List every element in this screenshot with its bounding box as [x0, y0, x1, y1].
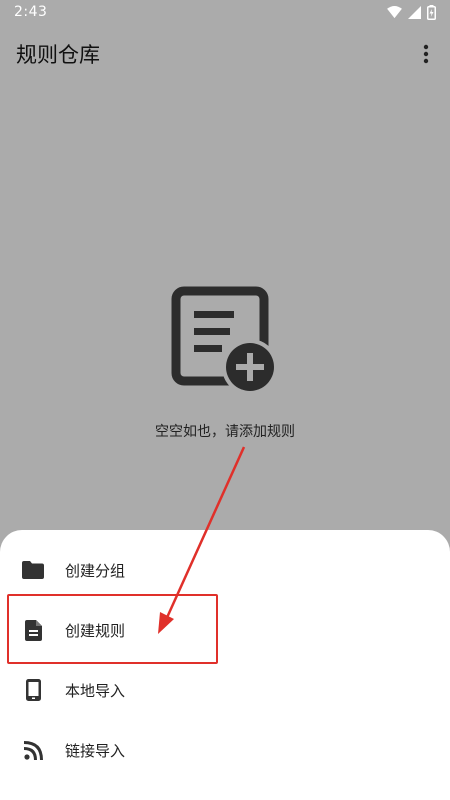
app-bar: 规则仓库	[0, 26, 450, 82]
menu-item-label: 链接导入	[65, 741, 126, 760]
status-time: 2:43	[14, 4, 48, 20]
signal-icon	[408, 6, 421, 19]
battery-icon	[427, 5, 436, 20]
annotation-highlight-box	[7, 594, 218, 664]
menu-item-link-import[interactable]: 链接导入	[0, 721, 450, 779]
page-title: 规则仓库	[16, 43, 100, 67]
empty-state: 空空如也，请添加规则	[0, 285, 450, 441]
empty-message: 空空如也，请添加规则	[155, 424, 295, 440]
rss-icon	[21, 738, 45, 762]
phone-icon	[21, 678, 45, 702]
status-icons	[387, 5, 436, 20]
more-vert-icon	[423, 44, 429, 64]
more-options-button[interactable]	[412, 38, 440, 70]
wifi-icon	[387, 6, 402, 19]
menu-item-label: 本地导入	[65, 681, 126, 700]
status-bar: 2:43	[0, 0, 450, 26]
bottom-sheet: 创建分组 创建规则 本地导入 链接导入	[0, 530, 450, 800]
folder-icon	[21, 558, 45, 582]
menu-item-label: 创建分组	[65, 561, 126, 580]
add-rule-icon	[171, 286, 278, 395]
menu-item-create-group[interactable]: 创建分组	[0, 541, 450, 599]
menu-item-local-import[interactable]: 本地导入	[0, 661, 450, 719]
